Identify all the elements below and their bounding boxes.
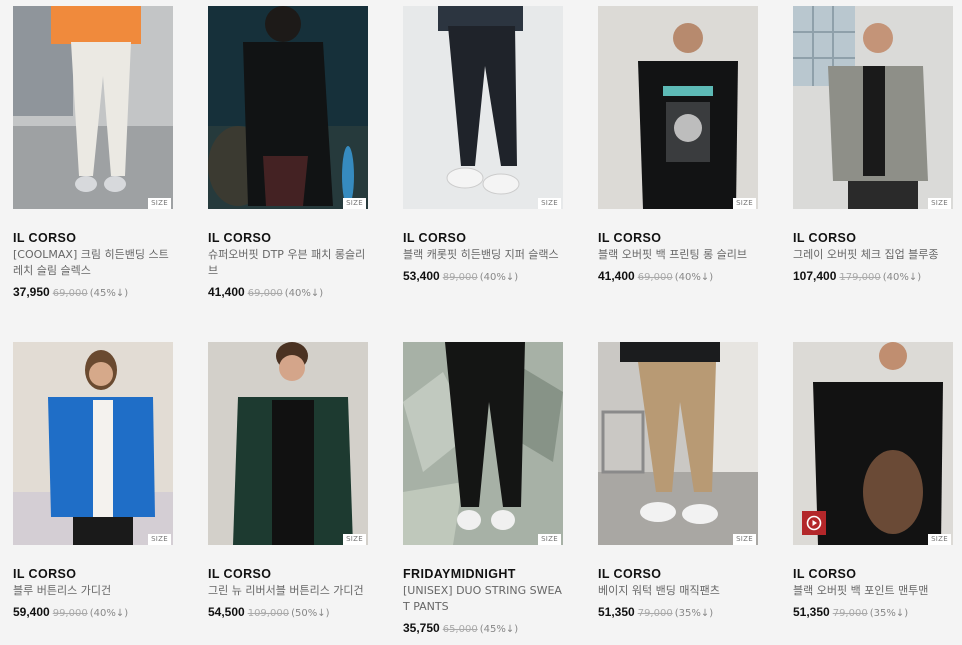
original-price: 179,000: [839, 272, 881, 283]
price-row: 35,750 65,000 (45%↓): [403, 621, 563, 637]
original-price: 69,000: [52, 288, 88, 299]
product-name[interactable]: [UNISEX] DUO STRING SWEAT PANTS: [403, 583, 563, 615]
product-name[interactable]: 그린 뉴 리버서블 버튼리스 가디건: [208, 583, 368, 599]
product-name[interactable]: 블랙 오버핏 백 포인트 맨투맨: [793, 583, 953, 599]
size-button[interactable]: SIZE: [148, 198, 171, 209]
product-image[interactable]: SIZE: [793, 342, 953, 545]
product-brand[interactable]: IL CORSO: [793, 231, 953, 245]
original-price: 69,000: [637, 272, 673, 283]
discount-rate: (45%↓): [89, 288, 129, 299]
product-image[interactable]: SIZE: [793, 6, 953, 209]
sale-price: 59,400: [13, 605, 50, 619]
product-image[interactable]: SIZE: [13, 6, 173, 209]
price-row: 37,950 69,000 (45%↓): [13, 285, 173, 301]
play-icon[interactable]: [802, 511, 826, 535]
sale-price: 37,950: [13, 285, 50, 299]
product-image[interactable]: SIZE: [13, 342, 173, 545]
discount-rate: (40%↓): [284, 288, 324, 299]
price-row: 41,400 69,000 (40%↓): [208, 285, 368, 301]
original-price: 89,000: [442, 272, 478, 283]
sale-price: 41,400: [598, 269, 635, 283]
product-card[interactable]: SIZE IL CORSO 슈퍼오버핏 DTP 우븐 패치 롱슬리브 41,40…: [208, 6, 368, 301]
product-image[interactable]: SIZE: [598, 6, 758, 209]
product-brand[interactable]: IL CORSO: [598, 231, 758, 245]
original-price: 109,000: [247, 608, 290, 619]
product-card[interactable]: SIZE IL CORSO 그레이 오버핏 체크 집업 블루종 107,400 1…: [793, 6, 953, 285]
discount-rate: (40%↓): [882, 272, 922, 283]
product-card[interactable]: SIZE IL CORSO [COOLMAX] 크림 히든밴딩 스트레치 슬림 …: [13, 6, 173, 301]
price-row: 51,350 79,000 (35%↓): [793, 605, 953, 621]
discount-rate: (40%↓): [674, 272, 714, 283]
product-brand[interactable]: IL CORSO: [793, 567, 953, 581]
original-price: 69,000: [247, 288, 283, 299]
size-button[interactable]: SIZE: [538, 534, 561, 545]
product-image[interactable]: SIZE: [403, 6, 563, 209]
product-brand[interactable]: IL CORSO: [208, 231, 368, 245]
price-row: 51,350 79,000 (35%↓): [598, 605, 758, 621]
product-card[interactable]: SIZE IL CORSO 블루 버튼리스 가디건 59,400 99,000 (4…: [13, 342, 173, 621]
product-card[interactable]: SIZE IL CORSO 베이지 워턱 밴딩 매직팬츠 51,350 79,00…: [598, 342, 758, 621]
product-card[interactable]: SIZE IL CORSO 블랙 오버핏 백 프린팅 롱 슬리브 41,400 6…: [598, 6, 758, 285]
sale-price: 35,750: [403, 621, 440, 635]
product-grid: SIZE IL CORSO [COOLMAX] 크림 히든밴딩 스트레치 슬림 …: [0, 0, 962, 645]
original-price: 79,000: [832, 608, 868, 619]
product-brand[interactable]: IL CORSO: [598, 567, 758, 581]
size-button[interactable]: SIZE: [733, 534, 756, 545]
price-row: 53,400 89,000 (40%↓): [403, 269, 563, 285]
size-button[interactable]: SIZE: [928, 198, 951, 209]
product-card[interactable]: SIZE IL CORSO 블랙 캐롯핏 히든밴딩 지퍼 슬랙스 53,400 8…: [403, 6, 563, 285]
product-name[interactable]: 블루 버튼리스 가디건: [13, 583, 173, 599]
size-button[interactable]: SIZE: [343, 534, 366, 545]
sale-price: 51,350: [598, 605, 635, 619]
product-name[interactable]: 슈퍼오버핏 DTP 우븐 패치 롱슬리브: [208, 247, 368, 279]
product-name[interactable]: [COOLMAX] 크림 히든밴딩 스트레치 슬림 슬렉스: [13, 247, 173, 279]
product-name[interactable]: 그레이 오버핏 체크 집업 블루종: [793, 247, 953, 263]
product-brand[interactable]: IL CORSO: [208, 567, 368, 581]
product-image[interactable]: SIZE: [208, 6, 368, 209]
product-card[interactable]: SIZE FRIDAYMIDNIGHT [UNISEX] DUO STRING …: [403, 342, 563, 637]
size-button[interactable]: SIZE: [343, 198, 366, 209]
original-price: 79,000: [637, 608, 673, 619]
product-name[interactable]: 블랙 오버핏 백 프린팅 롱 슬리브: [598, 247, 758, 263]
price-row: 41,400 69,000 (40%↓): [598, 269, 758, 285]
product-name[interactable]: 블랙 캐롯핏 히든밴딩 지퍼 슬랙스: [403, 247, 563, 263]
discount-rate: (50%↓): [291, 608, 330, 619]
product-image[interactable]: SIZE: [208, 342, 368, 545]
product-brand[interactable]: IL CORSO: [13, 567, 173, 581]
discount-rate: (35%↓): [674, 608, 714, 619]
sale-price: 51,350: [793, 605, 830, 619]
product-brand[interactable]: IL CORSO: [403, 231, 563, 245]
product-image[interactable]: SIZE: [403, 342, 563, 545]
sale-price: 53,400: [403, 269, 440, 283]
product-card[interactable]: SIZE IL CORSO 그린 뉴 리버서블 버튼리스 가디건 54,500 1…: [208, 342, 368, 621]
original-price: 99,000: [52, 608, 88, 619]
price-row: 59,400 99,000 (40%↓): [13, 605, 173, 621]
size-button[interactable]: SIZE: [148, 534, 171, 545]
product-brand[interactable]: FRIDAYMIDNIGHT: [403, 567, 563, 581]
product-card[interactable]: SIZE IL CORSO 블랙 오버핏 백 포인트 맨투맨 51,350 79,…: [793, 342, 953, 621]
sale-price: 41,400: [208, 285, 245, 299]
discount-rate: (40%↓): [89, 608, 129, 619]
sale-price: 54,500: [208, 605, 245, 619]
discount-rate: (35%↓): [869, 608, 909, 619]
price-row: 107,400 179,000 (40%↓): [793, 269, 953, 285]
product-name[interactable]: 베이지 워턱 밴딩 매직팬츠: [598, 583, 758, 599]
sale-price: 107,400: [793, 269, 837, 283]
discount-rate: (45%↓): [479, 624, 519, 635]
product-brand[interactable]: IL CORSO: [13, 231, 173, 245]
price-row: 54,500 109,000 (50%↓): [208, 605, 368, 621]
original-price: 65,000: [442, 624, 478, 635]
product-image[interactable]: SIZE: [598, 342, 758, 545]
discount-rate: (40%↓): [479, 272, 519, 283]
size-button[interactable]: SIZE: [538, 198, 561, 209]
size-button[interactable]: SIZE: [733, 198, 756, 209]
size-button[interactable]: SIZE: [928, 534, 951, 545]
